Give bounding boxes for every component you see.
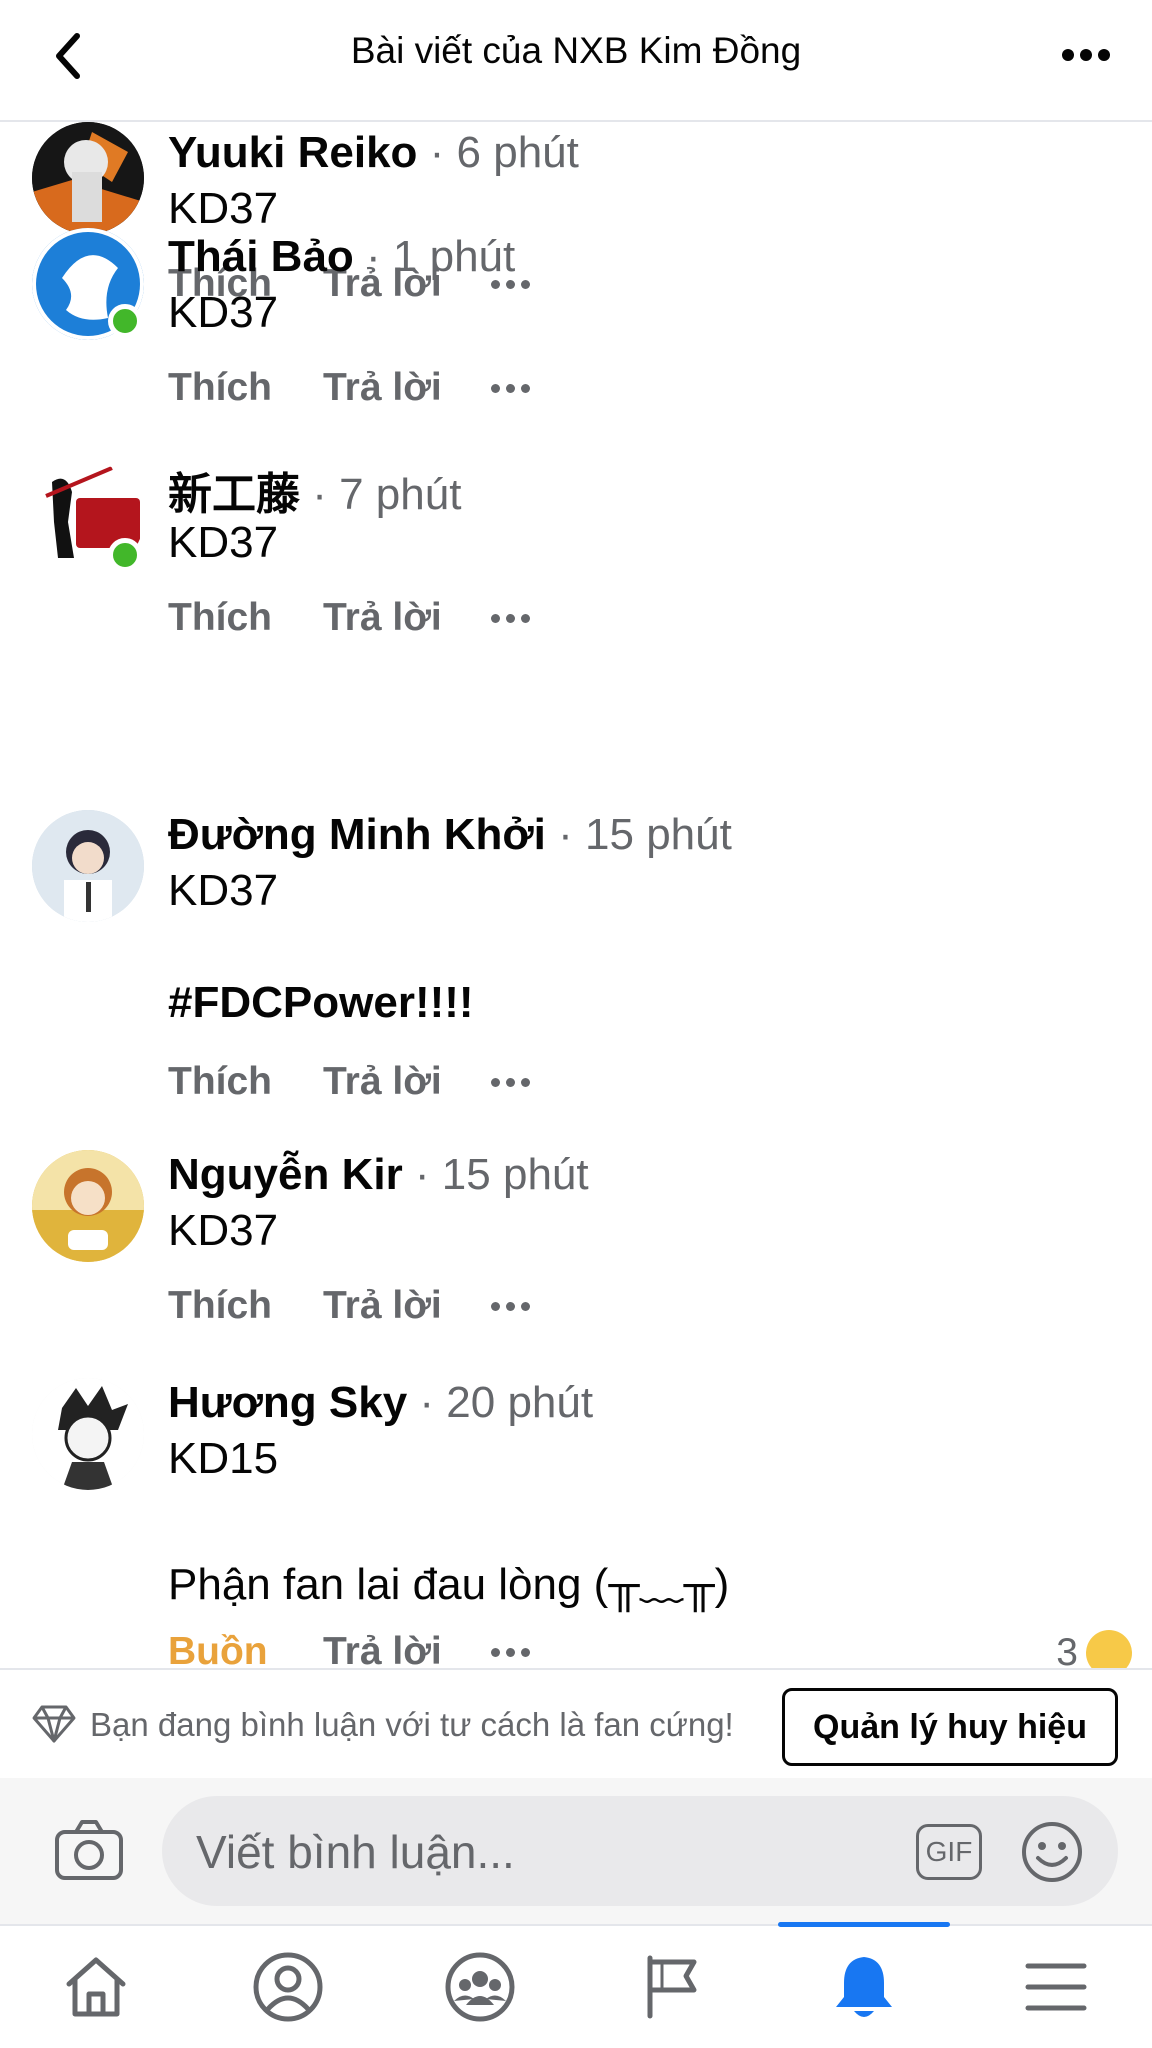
emoji-icon[interactable] (1020, 1820, 1084, 1884)
reply-button[interactable]: Trả lời (323, 1284, 491, 1328)
camera-icon[interactable] (54, 1818, 124, 1882)
online-status-indicator (108, 304, 142, 338)
comment-time: · 6 phút (417, 128, 579, 177)
manage-badges-button[interactable]: Quản lý huy hiệu (782, 1688, 1118, 1766)
comment-time: · 7 phút (300, 470, 462, 519)
reaction-summary[interactable]: 3 (1056, 1630, 1132, 1670)
author-name[interactable]: Đường Minh Khởi (168, 810, 546, 859)
menu-icon (1025, 1963, 1087, 2011)
comment-time: · 15 phút (402, 1150, 589, 1199)
like-button[interactable]: Thích (168, 366, 323, 410)
avatar-image (32, 1150, 144, 1262)
nav-profile[interactable] (192, 1926, 384, 2048)
author-name[interactable]: Yuuki Reiko (168, 128, 417, 177)
author-name[interactable]: 新工藤 (168, 470, 300, 519)
comment-more-icon[interactable] (491, 383, 530, 393)
comment-hashtag[interactable]: #FDCPower!!!! (168, 978, 474, 1028)
more-options-button[interactable] (1056, 30, 1116, 80)
comment-time: · 1 phút (353, 232, 516, 281)
home-icon (66, 1957, 126, 2017)
reply-button[interactable]: Trả lời (323, 366, 491, 410)
reaction-count: 3 (1056, 1631, 1078, 1670)
reaction-button[interactable]: Buồn (168, 1630, 323, 1670)
notifications-icon (836, 1957, 892, 2017)
like-button[interactable]: Thích (168, 1284, 323, 1328)
nav-groups[interactable] (384, 1926, 576, 2048)
nav-notifications[interactable] (768, 1922, 960, 2048)
avatar-image (32, 1378, 144, 1490)
comment-text: KD15 (168, 1434, 279, 1483)
like-button[interactable]: Thích (168, 596, 323, 640)
online-status-indicator (108, 538, 142, 572)
author-name[interactable]: Hương Sky (168, 1378, 407, 1427)
page-title: Bài viết của NXB Kim Đồng (350, 30, 802, 71)
fan-badge-text: Bạn đang bình luận với tư cách là fan cứ… (90, 1706, 734, 1743)
comment-more-icon[interactable] (491, 1647, 530, 1657)
comment-text-line-2: Phận fan lai đau lòng (╥﹏╥) (168, 1560, 730, 1609)
comment-text: KD37 (168, 184, 279, 233)
comment-time: · 20 phút (407, 1378, 594, 1427)
comment-text: KD37 (168, 288, 279, 337)
comment-more-icon[interactable] (491, 1301, 530, 1311)
avatar[interactable] (32, 810, 144, 922)
comment-list: Yuuki Reiko · 6 phút KD37 Thích Trả lời … (0, 122, 1152, 1670)
groups-icon (445, 1952, 515, 2022)
avatar[interactable] (32, 1378, 144, 1490)
comment-text: KD37 (168, 1206, 279, 1255)
comment-text: KD37 (168, 518, 279, 567)
comment-time: · 15 phút (545, 810, 732, 859)
sad-reaction-icon (1086, 1630, 1132, 1670)
bottom-navigation (0, 1922, 1152, 2048)
comment-input-container[interactable]: GIF (162, 1796, 1118, 1906)
comment-more-icon[interactable] (491, 1077, 530, 1087)
comment-input[interactable] (196, 1822, 896, 1882)
top-header: Bài viết của NXB Kim Đồng (0, 0, 1152, 122)
author-name[interactable]: Nguyễn Kir (168, 1150, 403, 1199)
diamond-icon (32, 1705, 76, 1743)
avatar-image (32, 810, 144, 922)
comment-more-icon[interactable] (491, 613, 530, 623)
gif-button[interactable]: GIF (916, 1824, 982, 1880)
nav-home[interactable] (0, 1926, 192, 2048)
author-name[interactable]: Thái Bảo (168, 232, 354, 281)
avatar-image (32, 122, 144, 234)
profile-icon (253, 1952, 323, 2022)
avatar[interactable] (32, 122, 144, 234)
avatar[interactable] (32, 1150, 144, 1262)
pages-icon (647, 1955, 697, 2019)
nav-menu[interactable] (960, 1926, 1152, 2048)
more-horizontal-icon (1062, 49, 1110, 61)
comment-composer: GIF (0, 1778, 1152, 1924)
like-button[interactable]: Thích (168, 1060, 323, 1104)
fan-badge-banner: Bạn đang bình luận với tư cách là fan cứ… (0, 1668, 1152, 1778)
nav-pages[interactable] (576, 1926, 768, 2048)
comment-text: KD37 (168, 866, 279, 915)
reply-button[interactable]: Trả lời (323, 596, 491, 640)
reply-button[interactable]: Trả lời (323, 1060, 491, 1104)
reply-button[interactable]: Trả lời (323, 1630, 491, 1670)
